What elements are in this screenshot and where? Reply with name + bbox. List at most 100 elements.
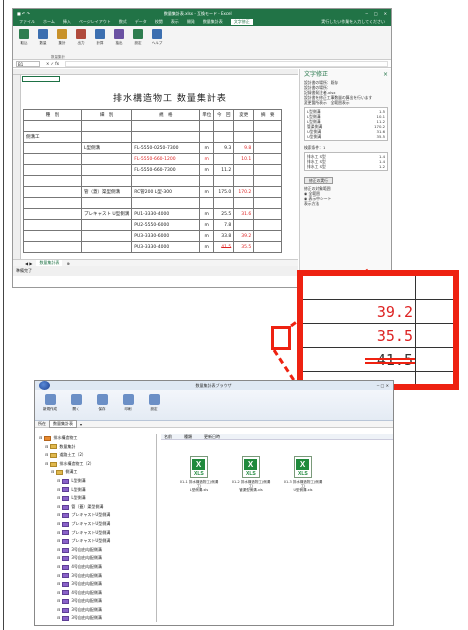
table-cell[interactable]: 7.8 bbox=[213, 219, 235, 231]
ribbon-button[interactable]: 集計 bbox=[55, 29, 69, 45]
table-cell[interactable] bbox=[253, 241, 283, 253]
table-cell[interactable] bbox=[131, 131, 201, 143]
ribbon-tab[interactable]: 挿入 bbox=[63, 19, 71, 25]
table-cell[interactable]: 35.5 bbox=[233, 241, 255, 253]
table-cell[interactable] bbox=[23, 197, 82, 209]
table-cell[interactable] bbox=[80, 197, 133, 209]
ribbon-button[interactable]: 出力 bbox=[74, 29, 88, 45]
ribbon-tab[interactable]: 表示 bbox=[171, 19, 179, 25]
explorer-ribbon-button[interactable]: 開く bbox=[67, 394, 85, 412]
table-cell[interactable] bbox=[23, 208, 82, 220]
explorer-ribbon-button[interactable]: 設定 bbox=[145, 394, 163, 412]
tree-expander-icon[interactable]: ⊟ bbox=[57, 511, 60, 520]
tree-expander-icon[interactable]: ⊟ bbox=[57, 537, 60, 546]
tree-expander-icon[interactable]: ⊟ bbox=[39, 434, 42, 443]
ribbon-button[interactable]: 取込 bbox=[17, 29, 31, 45]
table-cell[interactable]: FL-5550-0250-7300 bbox=[131, 142, 201, 154]
table-cell[interactable] bbox=[199, 131, 215, 143]
tree-expander-icon[interactable]: ⊟ bbox=[57, 614, 60, 622]
tree-node[interactable]: ⊟ 3号自由勾配側溝 bbox=[39, 580, 156, 589]
file-item[interactable]: X XLS 01-1 排水構造物工(側溝工) L型側溝.xls bbox=[179, 456, 219, 492]
minimize-icon[interactable]: ─ bbox=[365, 11, 367, 16]
table-cell[interactable]: 31.6 bbox=[233, 208, 255, 220]
ribbon-button[interactable]: 設定 bbox=[131, 29, 145, 45]
tree-expander-icon[interactable]: ⊟ bbox=[57, 520, 60, 529]
add-sheet-icon[interactable]: ⊕ bbox=[66, 261, 69, 266]
table-cell[interactable] bbox=[80, 241, 133, 253]
table-cell[interactable] bbox=[23, 241, 82, 253]
ribbon-tab[interactable]: 文字修正 bbox=[230, 19, 253, 25]
table-cell[interactable] bbox=[253, 197, 283, 209]
tree-expander-icon[interactable]: ⊟ bbox=[57, 494, 60, 503]
pane-result-list[interactable]: L型側溝 1.5 L型側溝 10.1 L型側溝 11.2 管渠側溝 170.2 U型側溝 31.6… bbox=[304, 107, 388, 141]
table-cell[interactable]: 側溝工 bbox=[23, 131, 82, 143]
tree-expander-icon[interactable]: ⊟ bbox=[57, 529, 60, 538]
table-cell[interactable]: 11.2 bbox=[213, 164, 235, 176]
table-cell[interactable] bbox=[23, 230, 82, 242]
table-cell[interactable] bbox=[253, 131, 283, 143]
tree-expander-icon[interactable]: ⊟ bbox=[57, 580, 60, 589]
worksheet[interactable]: 排水構造物工 数量集計表 種 別細 別規 格単位今 回変更摘 要側溝工 L型側溝 F… bbox=[13, 69, 298, 276]
ribbon-tab[interactable]: ページレイアウト bbox=[79, 19, 111, 25]
file-item[interactable]: X XLS 01-3 排水構造物工(側溝工) U型側溝.xls bbox=[283, 456, 323, 492]
tree-node[interactable]: ⊟ L型側溝 bbox=[39, 486, 156, 495]
table-cell[interactable] bbox=[233, 120, 255, 132]
table-cell[interactable]: m bbox=[199, 219, 215, 231]
tree-expander-icon[interactable]: ⊟ bbox=[57, 477, 60, 486]
table-cell[interactable] bbox=[213, 153, 235, 165]
ribbon-tab[interactable]: ホーム bbox=[43, 19, 55, 25]
table-cell[interactable]: m bbox=[199, 186, 215, 198]
pane-list-item[interactable]: U型側溝 35.5 bbox=[307, 134, 385, 139]
table-cell[interactable] bbox=[23, 120, 82, 132]
table-cell[interactable] bbox=[253, 230, 283, 242]
ribbon-tab[interactable]: ファイル bbox=[19, 19, 35, 25]
tree-node[interactable]: ⊟ 側溝工 bbox=[39, 468, 156, 477]
table-cell[interactable]: m bbox=[199, 230, 215, 242]
table-cell[interactable] bbox=[199, 175, 215, 187]
table-cell[interactable]: 39.2 bbox=[233, 230, 255, 242]
tree-node[interactable]: ⊟ プレキャストU型側溝 bbox=[39, 511, 156, 520]
table-cell[interactable] bbox=[23, 153, 82, 165]
ribbon-tab[interactable]: 校閲 bbox=[155, 19, 163, 25]
file-column-header[interactable]: 種類 bbox=[184, 434, 192, 439]
table-cell[interactable]: m bbox=[199, 164, 215, 176]
tree-node[interactable]: ⊟ 管（蓋）渠型側溝 bbox=[39, 503, 156, 512]
tree-node[interactable]: ⊟ 排水構造物工（2） bbox=[39, 460, 156, 469]
table-cell[interactable] bbox=[199, 120, 215, 132]
tree-node[interactable]: ⊟ 3号自由勾配側溝 bbox=[39, 606, 156, 615]
table-cell[interactable] bbox=[80, 120, 133, 132]
table-cell[interactable] bbox=[233, 197, 255, 209]
maximize-icon[interactable]: □ bbox=[374, 11, 378, 16]
tree-node[interactable]: ⊟ 3号自由勾配側溝 bbox=[39, 572, 156, 581]
tree-expander-icon[interactable]: ⊟ bbox=[57, 503, 60, 512]
table-cell[interactable]: 41.5 bbox=[213, 241, 235, 253]
table-cell[interactable]: L型側溝 bbox=[80, 142, 133, 154]
execute-fix-button[interactable]: 修正の実行 bbox=[304, 177, 333, 184]
table-cell[interactable]: 170.2 bbox=[233, 186, 255, 198]
table-cell[interactable]: PU3-3330-6000 bbox=[131, 230, 201, 242]
tree-node[interactable]: ⊟ 3号自由勾配側溝 bbox=[39, 546, 156, 555]
tree-node[interactable]: ⊟ 3号自由勾配側溝 bbox=[39, 614, 156, 622]
file-column-header[interactable]: 更新日時 bbox=[204, 434, 220, 439]
tree-expander-icon[interactable]: ⊟ bbox=[57, 563, 60, 572]
ribbon-button[interactable]: 数量 bbox=[36, 29, 50, 45]
ribbon-tab[interactable]: 数量集計表 bbox=[203, 19, 223, 25]
ribbon-button[interactable]: 抽出 bbox=[112, 29, 126, 45]
tree-expander-icon[interactable]: ⊟ bbox=[45, 460, 48, 469]
tree-node[interactable]: ⊟ プレキャストU型側溝 bbox=[39, 529, 156, 538]
table-cell[interactable] bbox=[80, 153, 133, 165]
tree-expander-icon[interactable]: ⊟ bbox=[57, 546, 60, 555]
address-select[interactable]: 数量集計表 bbox=[49, 420, 77, 428]
pane-list-item[interactable]: 排水工 S型 1.2 bbox=[307, 164, 385, 169]
tree-node[interactable]: ⊟ 4号自由勾配側溝 bbox=[39, 563, 156, 572]
app-logo-icon[interactable] bbox=[39, 381, 50, 390]
table-cell[interactable] bbox=[233, 175, 255, 187]
file-column-header[interactable]: 名前 bbox=[164, 434, 172, 439]
table-cell[interactable]: FL-5550-660-7300 bbox=[131, 164, 201, 176]
tree-node[interactable]: ⊟ L型側溝 bbox=[39, 477, 156, 486]
tree-node[interactable]: ⊟ プレキャストU型側溝 bbox=[39, 537, 156, 546]
tree-expander-icon[interactable]: ⊟ bbox=[57, 554, 60, 563]
ribbon-tab[interactable]: データ bbox=[135, 19, 147, 25]
ribbon-tab[interactable]: 数式 bbox=[119, 19, 127, 25]
table-cell[interactable] bbox=[253, 153, 283, 165]
